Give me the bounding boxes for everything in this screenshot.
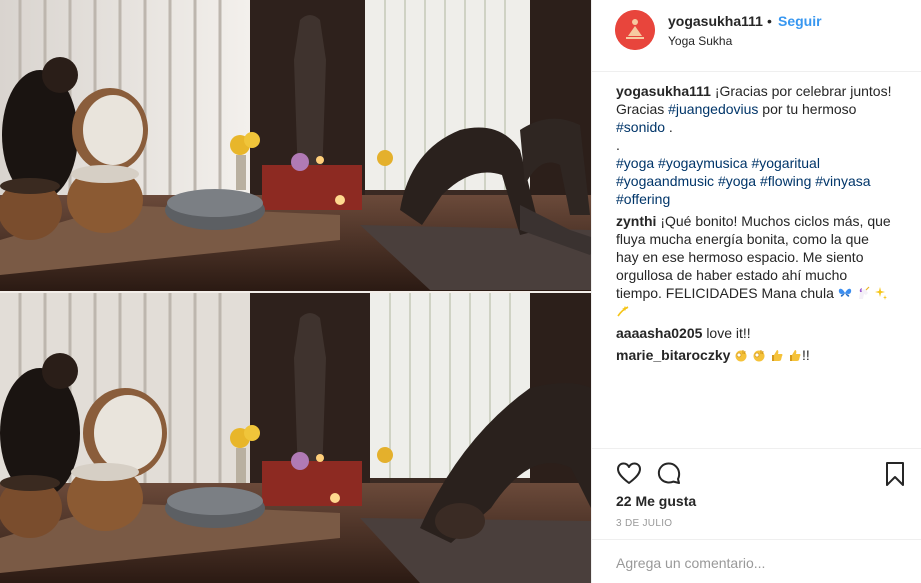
comment-item: marie_bitaroczky !! [616,346,906,364]
comment-username[interactable]: marie_bitaroczky [616,347,730,363]
yoga-scene-top [0,0,591,291]
hashtag[interactable]: #yoga [718,173,756,189]
comment-username[interactable]: zynthi [616,213,656,229]
follow-button[interactable]: Seguir [778,13,822,29]
header-separator: • [767,13,772,29]
post-media[interactable] [0,0,591,583]
caption-text-4: . [665,119,673,135]
header-username[interactable]: yogasukha111 [668,13,763,29]
comment-username[interactable]: aaaasha0205 [616,325,702,341]
action-bar [592,448,921,496]
comment-text: ¡Qué bonito! Muchos ciclos más, que [660,213,891,229]
ok-hand-emoji [735,350,747,362]
comment-bubble-icon[interactable] [656,461,682,487]
hashtag[interactable]: #yoga [616,155,654,171]
caption-text-2: Gracias [616,101,669,117]
hashtag[interactable]: #yogaritual [751,155,820,171]
comment-text: love it!! [706,325,751,341]
caption-text-1: ¡Gracias por celebrar juntos! [714,83,892,99]
mention-link[interactable]: #juangedovius [668,101,758,117]
comment-text: !! [801,347,810,363]
hashtag-sonido[interactable]: #sonido [616,119,665,135]
sparkles-emoji [874,287,887,300]
thumbs-up-emoji [789,350,801,361]
thumbs-up-emoji [772,350,783,361]
hashtag[interactable]: #yogaymusica [658,155,748,171]
yoga-logo-icon [615,10,655,50]
caption: yogasukha111 ¡Gracias por celebrar junto… [616,82,906,208]
comment-text: fluya mucha energía bonita, como la que [616,231,869,247]
post-panel: yogasukha111 • Seguir Yoga Sukha yogasuk… [591,0,921,583]
post-date: 3 DE JULIO [616,518,673,529]
comment-text: hay en ese hermoso espacio. Me siento [616,249,864,265]
comment-input[interactable] [616,552,886,574]
hashtag[interactable]: #yogaandmusic [616,173,714,189]
location-link[interactable]: Yoga Sukha [668,34,732,48]
comment-text: tiempo. FELICIDADES Mana chula [616,285,834,301]
avatar[interactable] [615,10,655,50]
instagram-post: yogasukha111 • Seguir Yoga Sukha yogasuk… [0,0,921,583]
add-comment-section [592,539,921,583]
comment-item: aaaasha0205 love it!! [616,324,906,342]
photo-bottom [0,293,591,583]
ok-hand-emoji [753,350,765,362]
caption-username[interactable]: yogasukha111 [616,83,711,99]
bookmark-icon[interactable] [882,461,908,487]
hashtag[interactable]: #offering [616,191,670,207]
comment-text: orgullosa de haber estado ahí mucho [616,267,848,283]
comment-item: zynthi ¡Qué bonito! Muchos ciclos más, q… [616,212,906,320]
unicorn-emoji [858,286,870,299]
comments-list: yogasukha111 ¡Gracias por celebrar junto… [616,82,906,368]
hashtag[interactable]: #flowing [760,173,811,189]
hashtag[interactable]: #vinyasa [815,173,870,189]
dizzy-emoji [617,306,629,317]
post-header: yogasukha111 • Seguir Yoga Sukha [592,0,921,72]
photo-top [0,0,591,291]
yoga-scene-bottom [0,293,591,583]
caption-dot: . [616,137,620,153]
heart-icon[interactable] [616,461,642,487]
butterfly-emoji [838,288,851,297]
caption-text-3: por tu hermoso [758,101,857,117]
likes-count[interactable]: 22 Me gusta [616,493,696,509]
